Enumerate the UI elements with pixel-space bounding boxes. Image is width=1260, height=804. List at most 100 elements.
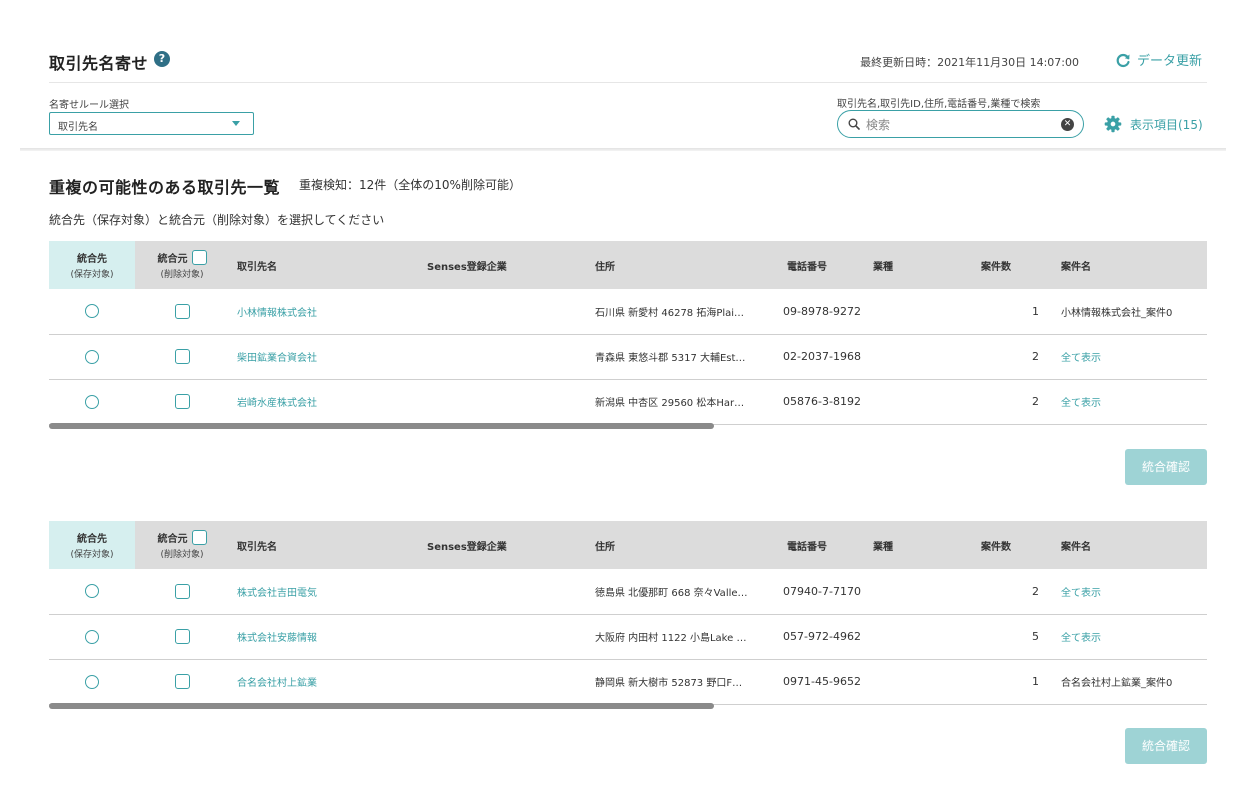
display-columns-label: 表示項目(15) [1130,117,1203,132]
industry-cell [865,379,973,424]
merge-confirm-button[interactable]: 統合確認 [1125,728,1207,764]
phone-cell: 07940-7-7170 [783,584,861,598]
deal-count-cell: 5 [1032,630,1039,643]
column-header-target-label: 統合先 [77,534,107,545]
scrollbar-thumb[interactable] [49,422,714,429]
column-header-source: 統合元 (削除対象) [135,521,229,569]
account-name-link[interactable]: 株式会社吉田電気 [229,569,419,614]
senses-cell [419,379,587,424]
address-cell: 大阪府 内田村 1122 小島Lake … [595,633,747,644]
column-header-deals: 案件数 [981,261,1011,273]
column-header-target-sub: (保存対象) [70,550,114,560]
column-header-name: 取引先名 [237,261,277,273]
merge-target-radio[interactable] [85,674,99,689]
column-header-senses: Senses登録企業 [427,541,507,553]
column-header-phone: 電話番号 [787,541,827,553]
column-header-name: 取引先名 [237,541,277,553]
column-header-phone: 電話番号 [787,261,827,273]
senses-cell [419,614,587,659]
account-name-link[interactable]: 合名会社村上鉱業 [229,659,419,704]
display-columns-button[interactable]: 表示項目(15) [1104,115,1203,133]
industry-cell [865,659,973,704]
horizontal-scrollbar[interactable] [49,702,1207,710]
table-header-row: 統合先 (保存対象) 統合元 (削除対象) 取引先名 Senses登録企業 住所… [49,241,1207,289]
show-all-deals-link[interactable]: 全て表示 [1053,569,1207,614]
merge-target-radio[interactable] [85,584,99,599]
merge-target-radio[interactable] [85,394,99,409]
page-header: 取引先名寄せ ? 最終更新日時：2021年11月30日 14:07:00 データ… [0,0,1260,150]
column-header-source: 統合元 (削除対象) [135,241,229,289]
scrollbar-thumb[interactable] [49,702,714,709]
show-all-deals-link[interactable]: 全て表示 [1053,379,1207,424]
account-name-link[interactable]: 小林情報株式会社 [229,289,419,334]
column-header-address: 住所 [595,261,615,273]
column-header-industry: 業種 [873,261,893,273]
industry-cell [865,569,973,614]
show-all-deals-link[interactable]: 全て表示 [1053,334,1207,379]
address-cell: 徳島県 北優那町 668 奈々Valle… [595,587,748,599]
horizontal-scrollbar[interactable] [49,422,1207,430]
duplicate-table: 統合先 (保存対象) 統合元 (削除対象) 取引先名 Senses登録企業 住所… [49,241,1207,425]
select-all-source-checkbox[interactable] [191,250,207,265]
table-row: 合名会社村上鉱業 静岡県 新大樹市 52873 野口F… 0971-45-965… [49,659,1207,704]
merge-target-radio[interactable] [85,349,99,364]
address-cell: 新潟県 中杏区 29560 松本Har… [595,398,745,409]
column-header-senses: Senses登録企業 [427,261,507,273]
merge-source-checkbox[interactable] [174,583,190,599]
table-row: 柴田鉱業合資会社 青森県 東悠斗郡 5317 大輔Est… 02-2037-19… [49,334,1207,379]
phone-cell: 0971-45-9652 [783,675,861,688]
column-header-source-sub: (削除対象) [160,550,204,560]
column-header-target: 統合先 (保存対象) [49,521,135,569]
column-header-address: 住所 [595,541,615,553]
show-all-deals-link[interactable]: 全て表示 [1053,614,1207,659]
search-label: 取引先名,取引先ID,住所,電話番号,業種で検索 [837,99,1041,110]
industry-cell [865,614,973,659]
column-header-source-sub: (削除対象) [160,270,204,280]
gear-icon [1104,115,1122,133]
page-title: 取引先名寄せ [49,54,149,73]
deal-count-cell: 2 [1032,350,1039,363]
question-circle-icon[interactable]: ? [154,51,170,67]
instruction-text: 統合先（保存対象）と統合元（削除対象）を選択してください [49,213,385,227]
deal-count-cell: 2 [1032,395,1039,408]
merge-source-checkbox[interactable] [174,629,190,644]
deal-name-cell: 小林情報株式会社_案件0 [1061,307,1173,319]
search-input[interactable] [866,115,1056,134]
rule-select-label: 名寄せルール選択 [49,100,129,111]
merge-confirm-button[interactable]: 統合確認 [1125,449,1207,485]
account-name-link[interactable]: 株式会社安藤情報 [229,614,419,659]
address-cell: 石川県 新愛村 46278 拓海Plai… [595,307,745,319]
duplicate-group-table: 統合先 (保存対象) 統合元 (削除対象) 取引先名 Senses登録企業 住所… [49,241,1207,430]
address-cell: 静岡県 新大樹市 52873 野口F… [595,678,743,689]
merge-target-radio[interactable] [85,304,99,319]
refresh-data-button[interactable]: データ更新 [1115,50,1202,69]
column-header-target: 統合先 (保存対象) [49,241,135,289]
senses-cell [419,289,587,334]
merge-source-checkbox[interactable] [174,394,190,409]
account-name-link[interactable]: 柴田鉱業合資会社 [229,334,419,379]
column-header-target-label: 統合先 [77,254,107,265]
select-all-source-checkbox[interactable] [191,530,207,545]
deal-name-cell: 合名会社村上鉱業_案件0 [1061,678,1173,689]
column-header-source-label: 統合元 [157,254,188,265]
merge-source-checkbox[interactable] [174,303,190,319]
account-name-link[interactable]: 岩崎水産株式会社 [229,379,419,424]
column-header-industry: 業種 [873,541,893,553]
refresh-icon [1116,53,1130,67]
header-divider [49,82,1207,83]
phone-cell: 057-972-4962 [783,630,861,643]
merge-target-radio[interactable] [85,629,99,644]
table-row: 株式会社吉田電気 徳島県 北優那町 668 奈々Valle… 07940-7-7… [49,569,1207,614]
merge-source-checkbox[interactable] [174,674,190,689]
search-box[interactable]: ✕ [837,110,1084,138]
column-header-deal-name: 案件名 [1061,541,1091,553]
clear-search-icon[interactable]: ✕ [1061,118,1074,131]
last-updated-text: 最終更新日時：2021年11月30日 14:07:00 [860,56,1079,69]
phone-cell: 02-2037-1968 [783,350,861,363]
rule-select[interactable]: 取引先名 [49,112,254,135]
industry-cell [865,289,973,334]
table-row: 株式会社安藤情報 大阪府 内田村 1122 小島Lake … 057-972-4… [49,614,1207,659]
search-icon [848,118,860,130]
deal-count-cell: 1 [1032,675,1039,688]
merge-source-checkbox[interactable] [174,349,190,364]
